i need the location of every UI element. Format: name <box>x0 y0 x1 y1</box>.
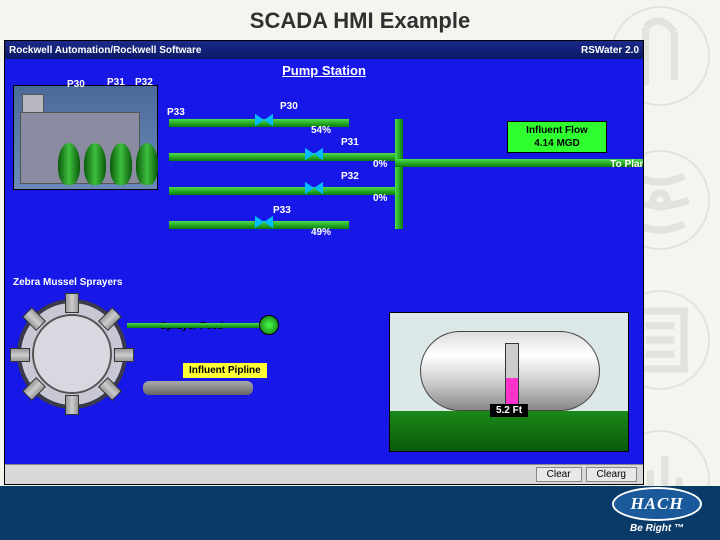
line-label: P30 <box>280 101 298 112</box>
nozzle-icon <box>65 293 79 313</box>
station-title: Pump Station <box>282 63 366 78</box>
valve-p30[interactable] <box>255 113 273 127</box>
line-pct: 54% <box>311 125 331 136</box>
tank-scene[interactable]: 5.2 Ft <box>389 312 629 452</box>
pump-station-graphic[interactable] <box>13 85 158 190</box>
pipe-p31 <box>169 153 399 161</box>
hmi-canvas: Pump Station P30 P31 P32 P33 P30 54% P31… <box>5 59 643 466</box>
window-bottombar: Clear Clearg <box>5 464 643 484</box>
zebra-title: Zebra Mussel Sprayers <box>13 277 123 288</box>
line-pct: 0% <box>373 193 387 204</box>
clear-button[interactable]: Clear <box>536 467 582 482</box>
valve-p31[interactable] <box>305 147 323 161</box>
pipe-sprayer-feed <box>127 323 267 328</box>
flow-value: 4.14 MGD <box>508 137 606 150</box>
pump-label: P33 <box>167 107 185 118</box>
valve-p33[interactable] <box>255 215 273 229</box>
slide-footer: HACH Be Right ™ <box>0 486 720 540</box>
brand-name: HACH <box>612 487 702 521</box>
flow-title: Influent Flow <box>508 124 606 137</box>
line-label: P32 <box>341 171 359 182</box>
titlebar-left: Rockwell Automation/Rockwell Software <box>9 45 201 56</box>
nozzle-icon <box>114 348 134 362</box>
titlebar-right: RSWater 2.0 <box>581 45 639 56</box>
pump-p31-icon[interactable] <box>84 143 106 185</box>
to-plant-label: To Plant <box>610 159 643 170</box>
sprayer-ring[interactable] <box>17 299 127 409</box>
valve-p32[interactable] <box>305 181 323 195</box>
sprayer-feed-valve[interactable] <box>259 315 279 335</box>
nozzle-icon <box>10 348 30 362</box>
influent-pipeline-icon <box>143 381 253 395</box>
brand-logo: HACH Be Right ™ <box>612 487 702 534</box>
clearg-button[interactable]: Clearg <box>586 467 637 482</box>
line-label: P33 <box>273 205 291 216</box>
pump-label: P30 <box>67 79 85 90</box>
line-pct: 49% <box>311 227 331 238</box>
tank-level-gauge <box>505 343 519 407</box>
pump-label: P32 <box>135 77 153 88</box>
scada-window: Rockwell Automation/Rockwell Software RS… <box>4 40 644 485</box>
window-titlebar: Rockwell Automation/Rockwell Software RS… <box>5 41 643 59</box>
tank-level-readout: 5.2 Ft <box>490 404 528 417</box>
brand-tagline: Be Right ™ <box>612 523 702 534</box>
pump-label: P31 <box>107 77 125 88</box>
nozzle-icon <box>65 395 79 415</box>
line-pct: 0% <box>373 159 387 170</box>
pump-p30-icon[interactable] <box>58 143 80 185</box>
pipe-p32 <box>169 187 399 195</box>
slide-title: SCADA HMI Example <box>0 0 720 38</box>
pump-p33-icon[interactable] <box>136 143 158 185</box>
line-label: P31 <box>341 137 359 148</box>
influent-flow-readout[interactable]: Influent Flow 4.14 MGD <box>507 121 607 153</box>
influent-pipeline-label: Influent Pipline <box>183 363 267 378</box>
pipe-manifold <box>395 119 403 229</box>
pump-p32-icon[interactable] <box>110 143 132 185</box>
pipe-outlet <box>395 159 643 167</box>
